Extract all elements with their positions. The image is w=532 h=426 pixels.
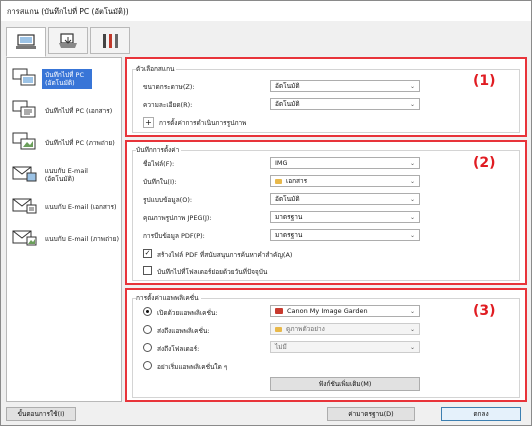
save-settings-panel: บันทึกการตั้งค่า (2) ชื่อไฟล์(F): IMG ⌄ … [125,140,527,285]
do-not-start-app-label: อย่าเริ่มแอพพลิเคชั่นใด ๆ [157,363,228,371]
defaults-button[interactable]: ค่ามาตรฐาน(D) [327,407,415,421]
documents-folder-icon [275,178,282,184]
chevron-down-icon: ⌄ [409,326,415,333]
send-to-folder-value: ไม่มี [275,343,287,351]
save-in-select[interactable]: เอกสาร ⌄ [270,175,420,187]
sidebar-item-pc-photo[interactable]: บันทึกไปที่ PC (ภาพถ่าย) [11,128,119,158]
sidebar-item-label: บันทึกไปที่ PC (อัตโนมัติ) [42,69,92,89]
plus-icon: + [145,118,152,127]
open-with-application-radio[interactable] [143,307,152,316]
file-name-label: ชื่อไฟล์(F): [143,160,175,168]
data-format-select[interactable]: อัตโนมัติ ⌄ [270,193,420,205]
section-number-1: (1) [473,73,496,89]
resolution-value: อัตโนมัติ [275,100,300,108]
sidebar-item-email-document[interactable]: แนบกับ E-mail (เอกสาร) [11,192,119,222]
send-to-application-radio[interactable] [143,325,152,334]
email-document-icon [11,194,41,220]
sidebar-item-label: แนบกับ E-mail (ภาพถ่าย) [44,235,120,243]
email-auto-icon [11,162,41,188]
instructions-button[interactable]: ขั้นตอนการใช้(I) [6,407,76,421]
chevron-down-icon: ⌄ [409,214,415,221]
window-title: การสแกน (บันทึกไปที่ PC (อัตโนมัติ)) [7,7,129,16]
sidebar-item-label: บันทึกไปที่ PC (ภาพถ่าย) [45,139,115,147]
general-settings-tools-icon [103,33,118,48]
jpeg-quality-value: มาตรฐาน [275,213,303,221]
email-photo-icon [11,226,41,252]
sidebar-item-email-auto[interactable]: แนบกับ E-mail (อัตโนมัติ) [11,160,119,190]
file-name-value: IMG [275,159,288,167]
do-not-start-app-radio[interactable] [143,361,152,370]
application-settings-panel: การตั้งค่าแอพพลิเคชั่น (3) เปิดด้วยแอพพล… [125,288,527,402]
open-with-application-label: เปิดด้วยแอพพลิเคชั่น: [157,309,218,317]
save-in-value: เอกสาร [286,177,308,185]
scan-options-panel: ตัวเลือกสแกน (1) ขนาดกระดาษ(Z): อัตโนมัต… [125,57,527,137]
application-settings-title: การตั้งค่าแอพพลิเคชั่น [136,293,201,303]
file-name-select[interactable]: IMG ⌄ [270,157,420,169]
send-to-application-select[interactable]: ดูภาพตัวอย่าง ⌄ [270,323,420,335]
pc-auto-icon [11,66,41,92]
resolution-label: ความละเอียด(R): [143,101,193,109]
my-image-garden-icon [275,308,283,314]
send-to-folder-label: ส่งถึงโฟลเดอร์: [157,345,200,353]
save-in-label: บันทึกใน(I): [143,178,177,186]
jpeg-quality-label: คุณภาพรูปภาพ JPEG(J): [143,214,212,222]
paper-size-value: อัตโนมัติ [275,82,300,90]
open-with-application-select[interactable]: Canon My Image Garden ⌄ [270,305,420,317]
paper-size-label: ขนาดกระดาษ(Z): [143,83,195,91]
paper-size-select[interactable]: อัตโนมัติ ⌄ [270,80,420,92]
chevron-down-icon: ⌄ [409,101,415,108]
chevron-down-icon: ⌄ [409,196,415,203]
scan-settings-window: การสแกน (บันทึกไปที่ PC (อัตโนมัติ)) บัน… [0,0,532,426]
chevron-down-icon: ⌄ [409,232,415,239]
sidebar-item-label: บันทึกไปที่ PC (เอกสาร) [45,107,113,115]
chevron-down-icon: ⌄ [409,160,415,167]
preview-app-icon [275,326,282,332]
sidebar-item-pc-auto[interactable]: บันทึกไปที่ PC (อัตโนมัติ) [11,64,119,94]
image-processing-label: การตั้งค่าการดำเนินการรูปภาพ [159,119,247,127]
scan-from-operation-panel-icon [59,32,77,48]
checkmark-icon: ✓ [144,249,151,257]
open-with-application-value: Canon My Image Garden [287,307,368,315]
data-format-value: อัตโนมัติ [275,195,300,203]
sidebar-item-label: แนบกับ E-mail (เอกสาร) [45,203,117,211]
more-functions-button[interactable]: ฟังก์ชันเพิ่มเติม(M) [270,377,420,391]
data-format-label: รูปแบบข้อมูล(O): [143,196,193,204]
save-settings-title: บันทึกการตั้งค่า [136,145,182,155]
jpeg-quality-select[interactable]: มาตรฐาน ⌄ [270,211,420,223]
ok-button[interactable]: ตกลง [441,407,521,421]
sidebar-item-pc-document[interactable]: บันทึกไปที่ PC (เอกสาร) [11,96,119,126]
resolution-select[interactable]: อัตโนมัติ ⌄ [270,98,420,110]
pdf-compression-select[interactable]: มาตรฐาน ⌄ [270,229,420,241]
pdf-compression-label: การบีบข้อมูล PDF(P): [143,232,205,240]
subfolder-checkbox[interactable] [143,266,152,275]
send-to-folder-radio[interactable] [143,343,152,352]
scan-mode-list: บันทึกไปที่ PC (อัตโนมัติ) บันทึกไปที่ P… [6,57,122,402]
send-to-application-label: ส่งถึงแอพพลิเคชั่น: [157,327,210,335]
searchable-pdf-checkbox[interactable]: ✓ [143,249,152,258]
expand-image-processing-button[interactable]: + [143,117,154,128]
tab-general-settings[interactable] [90,27,130,54]
searchable-pdf-label: สร้างไฟล์ PDF ที่สนับสนุนการค้นหาคำสำคัญ… [157,251,293,259]
chevron-down-icon: ⌄ [409,178,415,185]
sidebar-item-email-photo[interactable]: แนบกับ E-mail (ภาพถ่าย) [11,224,119,254]
chevron-down-icon: ⌄ [409,83,415,90]
pc-document-icon [11,98,41,124]
section-number-3: (3) [473,303,496,319]
tab-scan-from-computer[interactable] [6,27,46,57]
tab-scan-from-operation-panel[interactable] [48,27,88,54]
scan-options-title: ตัวเลือกสแกน [136,64,177,74]
send-to-application-value: ดูภาพตัวอย่าง [286,325,325,333]
scan-from-computer-icon [16,34,36,49]
sidebar-item-label: แนบกับ E-mail (อัตโนมัติ) [44,167,88,183]
chevron-down-icon: ⌄ [409,308,415,315]
chevron-down-icon: ⌄ [409,344,415,351]
pc-photo-icon [11,130,41,156]
title-bar: การสแกน (บันทึกไปที่ PC (อัตโนมัติ)) [1,1,531,21]
pdf-compression-value: มาตรฐาน [275,231,303,239]
section-number-2: (2) [473,155,496,171]
subfolder-label: บันทึกไปที่โฟลเดอร์ย่อยด้วยวันที่ปัจจุบั… [157,268,268,276]
send-to-folder-select[interactable]: ไม่มี ⌄ [270,341,420,353]
